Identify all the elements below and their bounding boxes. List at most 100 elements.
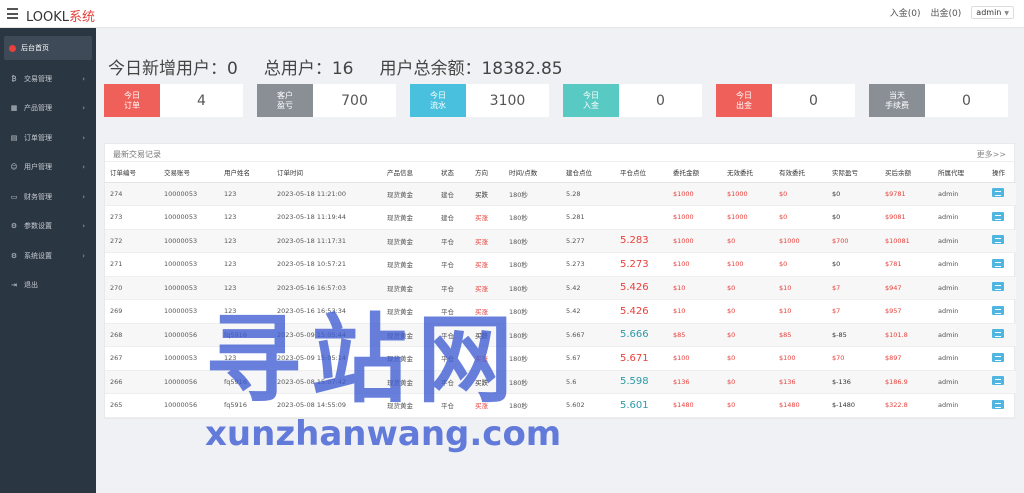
table-cell	[987, 346, 1016, 371]
table-cell: 现货黄金	[382, 229, 436, 253]
view-detail-icon[interactable]	[992, 188, 1004, 198]
table-cell: 买涨	[470, 252, 504, 277]
stat-card: 今日 入金 0	[563, 84, 702, 117]
table-cell: $0	[722, 323, 774, 347]
stat-card: 今日 订单 4	[104, 84, 243, 117]
view-detail-icon[interactable]	[992, 399, 1004, 409]
sidebar-item-3[interactable]: ▤ 订单管理 ›	[0, 123, 96, 153]
table-cell: 平仓	[436, 252, 470, 277]
table-cell: 2023-05-18 11:21:00	[272, 182, 382, 206]
view-detail-icon[interactable]	[992, 352, 1004, 362]
menu-toggle-icon[interactable]	[7, 8, 18, 19]
table-cell: admin	[933, 346, 987, 371]
column-header: 交易账号	[159, 162, 219, 183]
chevron-right-icon: ›	[82, 251, 85, 260]
stat-card-tag-line: 当天	[889, 90, 905, 100]
table-cell: $781	[880, 252, 933, 277]
table-cell: 买涨	[470, 276, 504, 300]
table-cell: 5.42	[561, 299, 615, 324]
table-cell: $100	[668, 252, 722, 277]
table-cell: admin	[933, 299, 987, 324]
stat-cards: 今日 订单 4 客户 盈亏 700 今日 流水 3100 今日 入金 0 今日 出金 0 当天 手续费 0	[104, 84, 1008, 117]
column-header: 操作	[987, 162, 1016, 183]
column-header: 平仓点位	[615, 162, 668, 183]
sidebar-item-4[interactable]: ☺ 用户管理 ›	[0, 153, 96, 183]
table-cell: 5.667	[561, 323, 615, 347]
column-header: 委托金额	[668, 162, 722, 183]
stat-card: 今日 流水 3100	[410, 84, 549, 117]
table-cell: $0	[774, 182, 827, 206]
stat-card-tag: 今日 出金	[716, 84, 772, 117]
table-cell: 10000053	[159, 182, 219, 206]
user-dropdown[interactable]: admin ▼	[971, 6, 1014, 19]
stat-card-value: 0	[925, 84, 1008, 117]
view-detail-icon[interactable]	[992, 305, 1004, 315]
table-cell: $136	[668, 370, 722, 394]
table-cell: 买跌	[470, 182, 504, 206]
table-cell: $0	[722, 370, 774, 394]
table-header: 订单编号 交易账号 用户姓名 订单时间 产品信息 状态 方向 时间/点数 建仓点位 平仓点位 委托金…	[105, 162, 1016, 183]
stats-summary: 今日新增用户：0 总用户：16 用户总余额：18382.85	[108, 54, 563, 79]
table-row: 271 10000053 123 2023-05-18 10:57:21 现货黄金 平仓买…	[105, 252, 1016, 277]
deposit-link[interactable]: 入金(0)	[890, 6, 921, 19]
sidebar-item-label: 产品管理	[24, 104, 52, 113]
stat-card-tag: 客户 盈亏	[257, 84, 313, 117]
dashboard-icon	[9, 44, 16, 52]
table-cell: $0	[722, 346, 774, 371]
stat-card: 客户 盈亏 700	[257, 84, 396, 117]
view-detail-icon[interactable]	[992, 376, 1004, 386]
table-cell: $9781	[880, 182, 933, 206]
column-header: 产品信息	[382, 162, 436, 183]
view-detail-icon[interactable]	[992, 258, 1004, 268]
table-cell: $947	[880, 276, 933, 300]
table-cell: 平仓	[436, 276, 470, 300]
view-detail-icon[interactable]	[992, 235, 1004, 245]
table-cell: $0	[722, 299, 774, 324]
view-detail-icon[interactable]	[992, 329, 1004, 339]
table-cell: 5.426	[615, 276, 668, 300]
table-cell: 5.671	[615, 346, 668, 371]
table-cell: $70	[827, 346, 880, 371]
sidebar-item-5[interactable]: ▭ 财务管理 ›	[0, 182, 96, 212]
table-cell: admin	[933, 182, 987, 206]
more-link[interactable]: 更多>>	[977, 149, 1006, 160]
sidebar-item-label: 退出	[24, 281, 38, 290]
table-cell: 5.602	[561, 393, 615, 418]
view-detail-icon[interactable]	[992, 211, 1004, 221]
table-cell: $1000	[668, 229, 722, 253]
column-header: 订单时间	[272, 162, 382, 183]
user-icon: ☺	[10, 163, 18, 172]
sidebar-item-1[interactable]: ₿ 交易管理 ›	[0, 64, 96, 94]
column-header: 订单编号	[105, 162, 159, 183]
table-cell: admin	[933, 252, 987, 277]
table-cell: 5.601	[615, 393, 668, 418]
table-cell: $100	[774, 346, 827, 371]
view-detail-icon[interactable]	[992, 282, 1004, 292]
table-cell	[987, 229, 1016, 253]
sidebar-item-7[interactable]: ⚙ 系统设置 ›	[0, 241, 96, 271]
stat-card-value: 700	[313, 84, 396, 117]
table-cell: $10081	[880, 229, 933, 253]
sidebar-item-6[interactable]: ⚙ 参数设置 ›	[0, 212, 96, 242]
table-cell: 274	[105, 182, 159, 206]
table-row: 273 10000053 123 2023-05-18 11:19:44 现货黄金 建仓买…	[105, 205, 1016, 230]
watermark-url: xunzhanwang.com	[205, 414, 562, 454]
sidebar-item-2[interactable]: ▦ 产品管理 ›	[0, 94, 96, 124]
gear-icon: ⚙	[10, 222, 18, 231]
table-cell: $7	[827, 299, 880, 324]
table-cell: $1000	[774, 229, 827, 253]
table-cell: 5.666	[615, 323, 668, 347]
withdraw-link[interactable]: 出金(0)	[931, 6, 962, 19]
table-cell	[987, 205, 1016, 230]
sidebar-item-0[interactable]: 后台首页	[4, 36, 92, 60]
table-cell: 10000053	[159, 229, 219, 253]
column-header: 方向	[470, 162, 504, 183]
table-cell: 123	[219, 229, 272, 253]
table-cell: 269	[105, 299, 159, 324]
table-cell: 5.28	[561, 182, 615, 206]
table-cell	[987, 370, 1016, 394]
table-cell: 180秒	[504, 252, 561, 277]
sidebar-item-8[interactable]: ⇥ 退出	[0, 271, 96, 301]
table-cell	[615, 182, 668, 206]
stat-card-tag: 今日 入金	[563, 84, 619, 117]
